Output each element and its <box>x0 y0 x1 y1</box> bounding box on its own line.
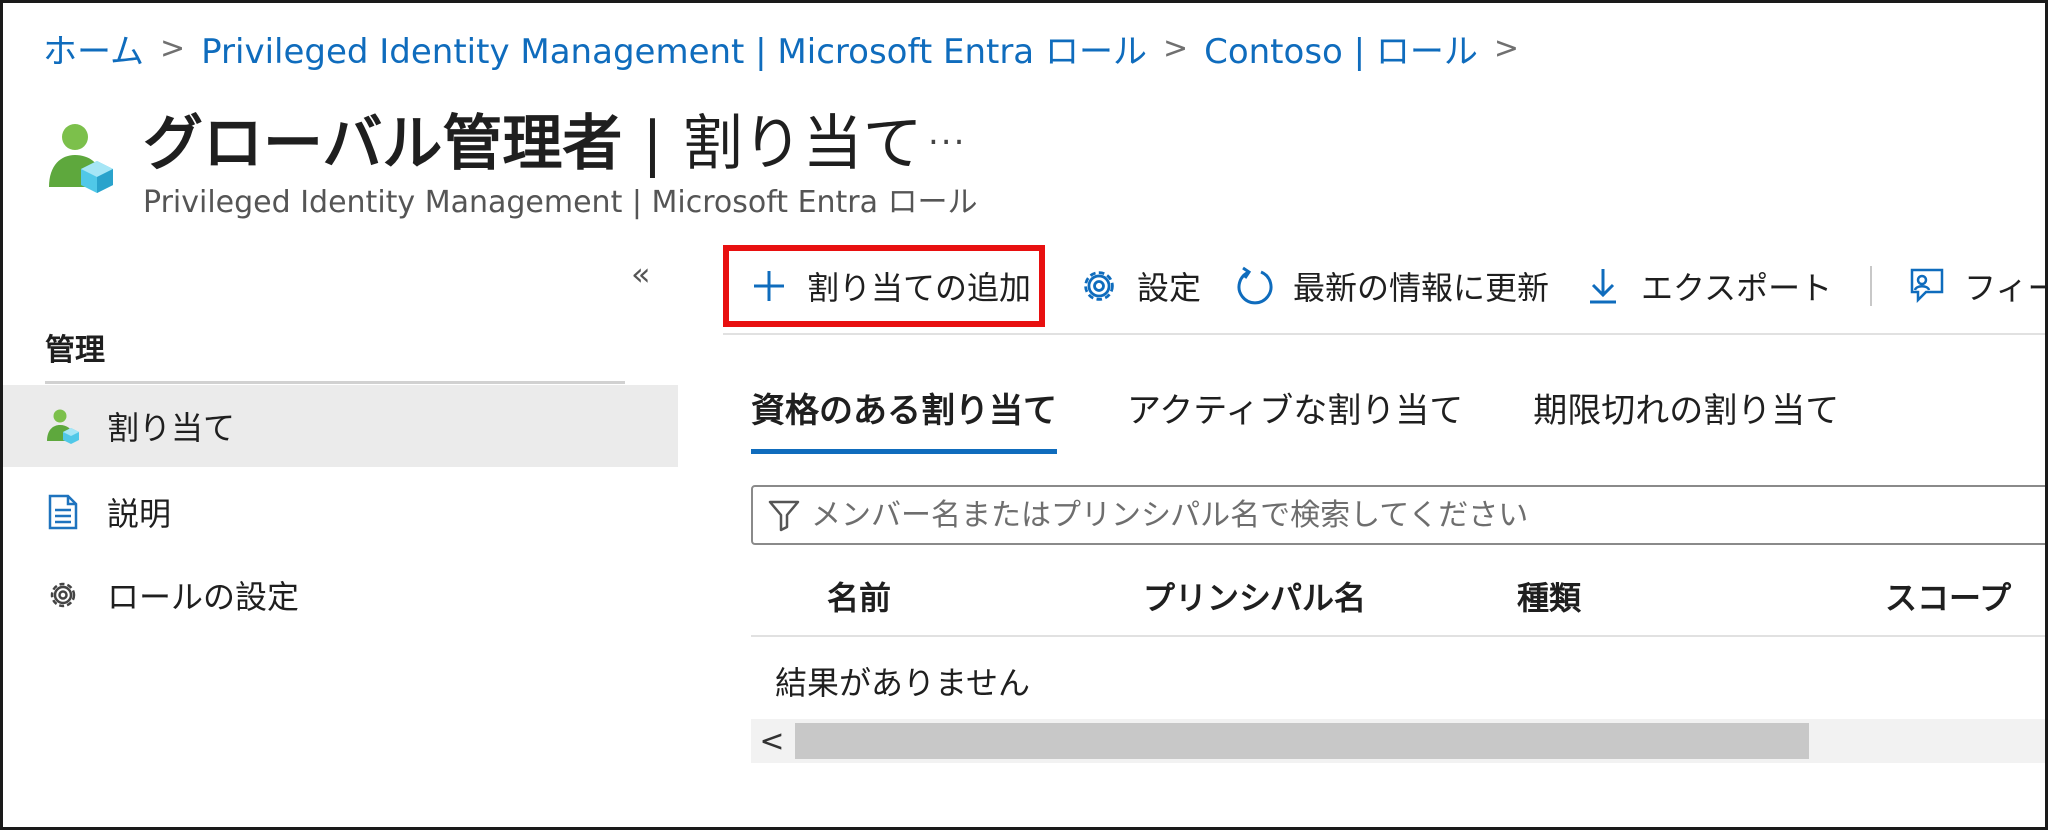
page-subtitle: Privileged Identity Management | Microso… <box>143 185 978 220</box>
toolbar-divider-line <box>723 333 2045 335</box>
page-title: グローバル管理者 | 割り当て <box>143 95 923 182</box>
feedback-button[interactable]: フィード <box>1906 251 2045 321</box>
scrollbar-thumb[interactable] <box>795 723 1809 759</box>
sidebar-item-label: 説明 <box>107 495 172 533</box>
tab-expired-assignments[interactable]: 期限切れの割り当て <box>1533 383 1839 454</box>
export-button[interactable]: エクスポート <box>1583 251 1832 321</box>
assignment-tabs: 資格のある割り当て アクティブな割り当て 期限切れの割り当て <box>751 383 1909 454</box>
more-options-button[interactable]: ... <box>928 113 966 153</box>
breadcrumb-separator: > <box>159 30 186 66</box>
command-toolbar: 割り当ての追加 設定 最新の情報に更新 エクスポート フィ <box>723 245 2045 327</box>
breadcrumb-separator: > <box>1162 30 1189 66</box>
toolbar-divider <box>1870 266 1873 306</box>
page-title-main: グローバル管理者 <box>143 109 623 179</box>
table-header: 名前 プリンシパル名 種類 スコープ <box>751 563 2045 637</box>
sidebar-item-role-settings[interactable]: ロールの設定 <box>3 554 678 636</box>
sidebar-heading: 管理 <box>45 333 105 368</box>
column-header-scope[interactable]: スコープ <box>1885 573 2011 619</box>
gear-icon <box>1079 266 1119 306</box>
breadcrumb-home[interactable]: ホーム <box>43 24 144 73</box>
feedback-icon <box>1906 266 1946 306</box>
user-role-icon <box>45 121 117 193</box>
settings-label: 設定 <box>1137 269 1202 307</box>
export-label: エクスポート <box>1641 269 1833 307</box>
sidebar-item-description[interactable]: 説明 <box>3 471 678 553</box>
sidebar-item-assignments[interactable]: 割り当て <box>3 385 678 467</box>
page-title-separator: | <box>642 109 663 179</box>
tab-active-assignments[interactable]: アクティブな割り当て <box>1127 383 1463 454</box>
collapse-sidebar-button[interactable]: « <box>631 255 651 293</box>
horizontal-scrollbar[interactable]: < <box>751 719 2045 763</box>
column-header-principal-name[interactable]: プリンシパル名 <box>1143 573 1366 619</box>
download-icon <box>1583 266 1623 306</box>
filter-icon <box>767 498 801 532</box>
breadcrumb: ホーム > Privileged Identity Management | M… <box>43 24 1535 73</box>
document-icon <box>45 494 81 530</box>
plus-icon <box>749 266 789 306</box>
add-assignment-label: 割り当ての追加 <box>807 269 1032 307</box>
breadcrumb-separator: > <box>1493 30 1520 66</box>
user-role-icon <box>45 408 81 444</box>
feedback-label: フィード <box>1964 269 2045 307</box>
sidebar-item-label: ロールの設定 <box>107 578 300 616</box>
page-title-sub: 割り当て <box>682 109 923 179</box>
breadcrumb-contoso-roles[interactable]: Contoso | ロール <box>1204 24 1478 73</box>
search-box[interactable] <box>751 485 2045 545</box>
gear-icon <box>45 577 81 613</box>
tab-eligible-assignments[interactable]: 資格のある割り当て <box>751 383 1057 454</box>
sidebar-divider <box>45 381 625 384</box>
add-assignment-button[interactable]: 割り当ての追加 <box>723 245 1046 327</box>
refresh-icon <box>1235 266 1275 306</box>
settings-button[interactable]: 設定 <box>1079 251 1201 321</box>
scroll-left-button[interactable]: < <box>751 719 793 763</box>
refresh-button[interactable]: 最新の情報に更新 <box>1235 251 1549 321</box>
search-input[interactable] <box>811 497 2011 533</box>
column-header-type[interactable]: 種類 <box>1517 573 1581 619</box>
sidebar-item-label: 割り当て <box>107 409 236 447</box>
refresh-label: 最新の情報に更新 <box>1293 269 1550 307</box>
empty-results-message: 結果がありません <box>775 664 1031 702</box>
window-frame: ホーム > Privileged Identity Management | M… <box>0 0 2048 830</box>
breadcrumb-pim[interactable]: Privileged Identity Management | Microso… <box>201 24 1147 73</box>
column-header-name[interactable]: 名前 <box>827 573 891 619</box>
